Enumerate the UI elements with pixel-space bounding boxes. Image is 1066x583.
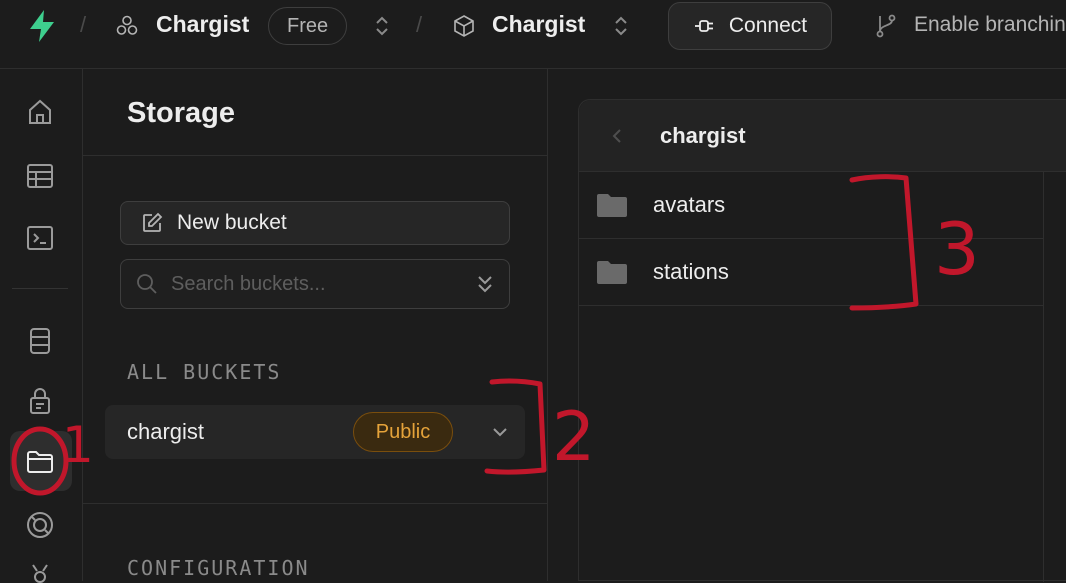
enable-branching-button[interactable]: Enable branching — [914, 13, 1066, 37]
folder-item[interactable]: stations — [579, 239, 1043, 306]
sql-editor-icon[interactable] — [22, 220, 58, 256]
all-buckets-heading: ALL BUCKETS — [127, 360, 282, 384]
bucket-name: chargist — [127, 419, 205, 444]
organization-icon — [115, 14, 139, 38]
realtime-icon[interactable] — [22, 507, 58, 543]
folder-name: stations — [653, 259, 729, 284]
breadcrumb-separator: / — [80, 12, 87, 37]
organization-name[interactable]: Chargist — [156, 11, 249, 38]
git-branch-icon — [874, 13, 898, 39]
storage-divider — [83, 155, 547, 156]
bucket-item-chargist[interactable]: chargist Public — [105, 405, 525, 459]
folder-name: avatars — [653, 192, 726, 217]
chevron-left-icon[interactable] — [609, 126, 625, 146]
search-buckets — [120, 259, 510, 309]
storage-title: Storage — [127, 97, 235, 129]
storage-icon[interactable] — [22, 443, 58, 479]
explorer-header: chargist — [579, 100, 1066, 172]
table-editor-icon[interactable] — [22, 158, 58, 194]
public-badge: Public — [353, 412, 453, 452]
configuration-heading: CONFIGURATION — [127, 556, 310, 580]
edit-icon — [143, 212, 163, 232]
explorer-column: avatars stations — [579, 172, 1044, 582]
connect-button[interactable]: Connect — [668, 2, 832, 50]
explorer-title: chargist — [660, 123, 746, 148]
database-icon[interactable] — [22, 323, 58, 359]
storage-sidebar: Storage New bucket ALL BUCKETS chargist … — [83, 69, 548, 581]
search-input[interactable] — [169, 271, 463, 297]
project-name[interactable]: Chargist — [492, 11, 585, 38]
breadcrumb-separator: / — [416, 12, 423, 37]
home-icon[interactable] — [22, 94, 58, 130]
supabase-logo[interactable] — [24, 8, 60, 44]
auth-icon[interactable] — [22, 383, 58, 419]
settings-icon[interactable] — [22, 563, 58, 583]
file-explorer: chargist avatars stations — [578, 99, 1066, 582]
new-bucket-label: New bucket — [177, 211, 287, 234]
connect-label: Connect — [728, 14, 808, 37]
plan-badge: Free — [268, 7, 348, 45]
plug-icon — [694, 20, 713, 32]
storage-divider — [83, 503, 547, 504]
icon-rail — [0, 69, 83, 583]
folder-icon — [597, 261, 627, 284]
top-bar: / Chargist Free / Chargist Connect Enabl… — [0, 0, 1066, 69]
chevron-down-icon[interactable] — [489, 421, 511, 443]
folder-icon — [597, 194, 627, 217]
project-cube-icon — [452, 14, 476, 38]
rail-divider — [12, 288, 68, 289]
org-switcher-chevron-icon[interactable] — [373, 14, 391, 38]
search-icon — [137, 274, 157, 294]
new-bucket-button[interactable]: New bucket — [120, 201, 510, 245]
project-switcher-chevron-icon[interactable] — [612, 14, 630, 38]
chevrons-down-icon[interactable] — [473, 272, 497, 296]
folder-item[interactable]: avatars — [579, 172, 1043, 239]
